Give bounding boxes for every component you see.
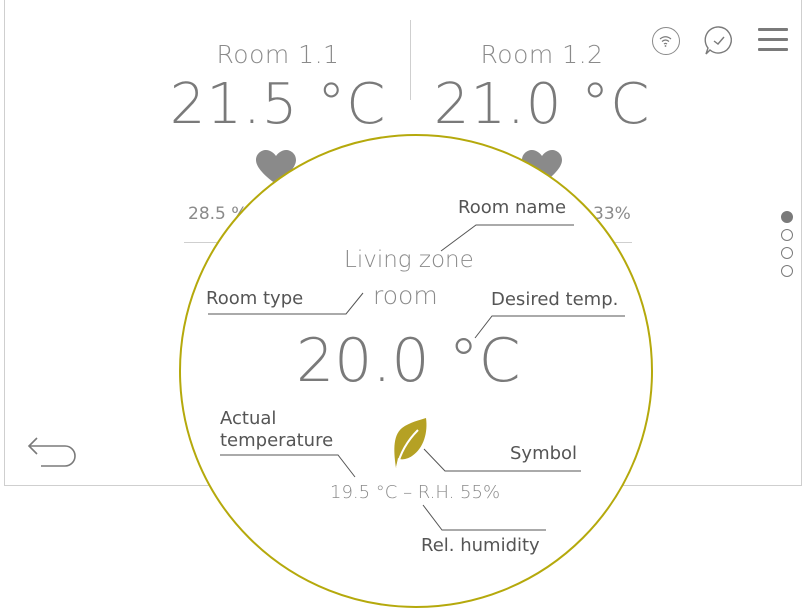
label-symbol: Symbol: [510, 443, 578, 464]
page-dot-2[interactable]: [781, 229, 793, 241]
label-room-type: Room type: [206, 288, 304, 309]
back-arrow-icon[interactable]: [25, 430, 79, 470]
room-temp-1-2[interactable]: 21.0 °C: [412, 72, 672, 137]
wifi-icon[interactable]: [652, 27, 680, 55]
label-actual-temp-1: Actual: [220, 408, 277, 429]
label-rel-humidity: Rel. humidity: [421, 535, 540, 556]
zoom-desired-temp[interactable]: 20.0 °C: [296, 326, 521, 396]
room-temp-1-1[interactable]: 21.5 °C: [148, 72, 408, 137]
label-room-name: Room name: [458, 197, 567, 218]
zoom-room-name: Living zone: [344, 247, 474, 273]
room-name-1-2: Room 1.2: [480, 40, 604, 69]
room-divider: [410, 20, 411, 100]
zoom-room-type: room: [373, 281, 438, 310]
page-dot-1[interactable]: [781, 211, 793, 223]
room-name-1-1: Room 1.1: [216, 40, 340, 69]
leaf-icon: [394, 418, 427, 468]
page-dot-4[interactable]: [781, 265, 793, 277]
page-dot-3[interactable]: [781, 247, 793, 259]
label-desired-temp: Desired temp.: [491, 289, 619, 310]
message-check-icon[interactable]: [702, 24, 736, 58]
label-actual-temp-2: temperature: [220, 430, 334, 451]
zoom-actual-values: 19.5 °C – R.H. 55%: [330, 482, 501, 503]
